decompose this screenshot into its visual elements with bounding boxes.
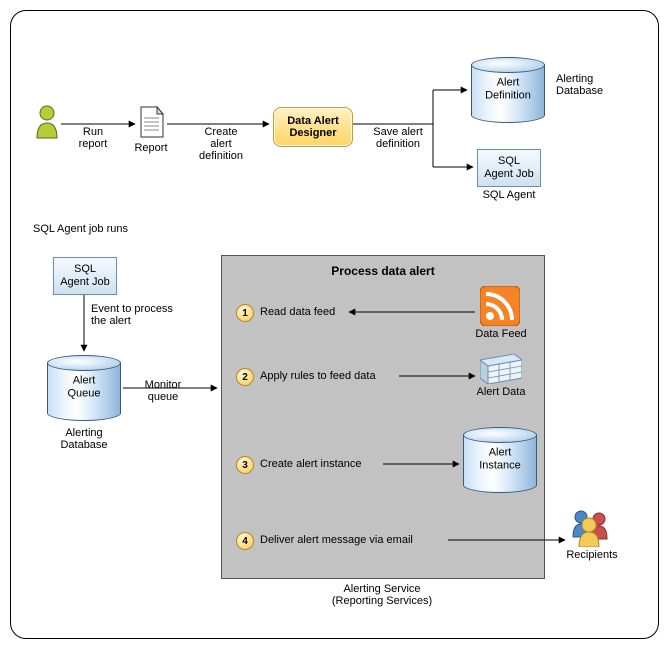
- recipients-icon: [569, 507, 611, 547]
- alert-instance-db: Alert Instance: [463, 427, 537, 493]
- save-alert-def-label: Save alert definition: [364, 126, 432, 150]
- alert-definition-db: Alert Definition: [471, 57, 545, 123]
- step-1-num: 1: [236, 304, 254, 322]
- step-1-label: Read data feed: [260, 306, 335, 318]
- sql-agent-label: SQL Agent: [471, 189, 547, 201]
- data-alert-designer-box: Data Alert Designer: [273, 107, 353, 147]
- process-panel-title: Process data alert: [222, 264, 544, 278]
- step-3-num: 3: [236, 456, 254, 474]
- data-feed-label: Data Feed: [464, 328, 538, 340]
- create-alert-def-label: Create alert definition: [189, 126, 253, 162]
- process-data-alert-panel: Process data alert 1 Read data feed Data…: [221, 255, 545, 579]
- sql-agent-job-runs-label: SQL Agent job runs: [33, 223, 128, 235]
- event-to-process-label: Event to process the alert: [91, 303, 191, 327]
- diagram-panel: Run report Report Create alert definitio…: [10, 10, 659, 639]
- report-icon: [139, 105, 165, 139]
- sql-agent-job-box-top: SQL Agent Job: [477, 149, 541, 187]
- step-2-num: 2: [236, 368, 254, 386]
- monitor-queue-label: Monitor queue: [135, 379, 191, 403]
- alert-data-icon: [480, 354, 522, 384]
- alerting-service-label: Alerting Service (Reporting Services): [221, 583, 543, 607]
- step-4-label: Deliver alert message via email: [260, 534, 413, 546]
- run-report-label: Run report: [69, 126, 117, 150]
- step-2-label: Apply rules to feed data: [260, 370, 376, 382]
- data-feed-icon: [480, 286, 520, 326]
- step-3-label: Create alert instance: [260, 458, 362, 470]
- alerting-database-label-left: Alerting Database: [47, 427, 121, 451]
- alert-data-label: Alert Data: [464, 386, 538, 398]
- alerting-database-label-top: Alerting Database: [556, 73, 616, 97]
- diagram-frame: Run report Report Create alert definitio…: [0, 0, 667, 647]
- user-icon: [33, 105, 61, 139]
- step-4-num: 4: [236, 532, 254, 550]
- alert-queue-db: Alert Queue: [47, 355, 121, 421]
- recipients-label: Recipients: [557, 549, 627, 561]
- sql-agent-job-box-left: SQL Agent Job: [53, 257, 117, 295]
- report-label: Report: [126, 142, 176, 154]
